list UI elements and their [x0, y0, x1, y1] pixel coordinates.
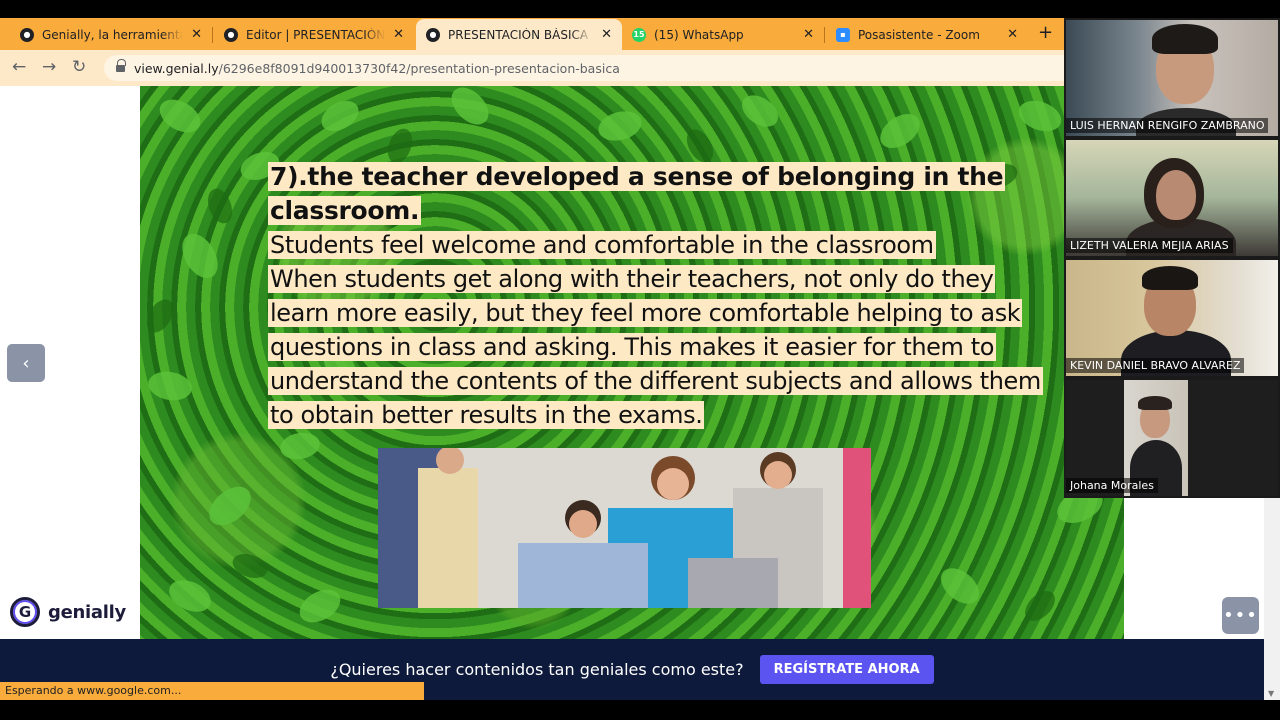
close-icon[interactable]: ✕ — [601, 27, 612, 42]
screen: ● Genially, la herramienta para crear co… — [0, 0, 1280, 720]
participant-hair — [1142, 266, 1198, 290]
participant-name: KEVIN DANIEL BRAVO ALVAREZ — [1066, 358, 1245, 373]
slide-body-paragraph: When students get along with their teach… — [268, 265, 1043, 429]
participant-name: LUIS HERNAN RENGIFO ZAMBRANO — [1066, 118, 1269, 133]
tab-separator — [824, 27, 825, 43]
tab-title: Posasistente - Zoom — [858, 27, 980, 42]
register-button[interactable]: REGÍSTRATE AHORA — [759, 655, 934, 684]
close-icon[interactable]: ✕ — [393, 27, 404, 42]
back-arrow-icon[interactable]: ← — [12, 57, 26, 77]
chrome-icon: ● — [20, 27, 34, 42]
scroll-down-icon[interactable]: ▼ — [1268, 689, 1274, 698]
close-icon[interactable]: ✕ — [803, 27, 814, 42]
participant-name: LIZETH VALERIA MEJIA ARIAS — [1066, 238, 1233, 253]
students-illustration — [378, 448, 871, 608]
participant-name: Johana Morales — [1066, 478, 1158, 493]
slide-heading-text: 7).the teacher developed a sense of belo… — [268, 162, 1006, 225]
zoom-icon: ▪ — [836, 27, 850, 42]
more-options-button[interactable]: ••• — [1222, 597, 1259, 634]
address-bar[interactable]: view.genial.ly/6296e8f8091d940013730f42/… — [104, 55, 1064, 81]
previous-slide-button[interactable]: ‹ — [7, 344, 45, 382]
lock-icon — [116, 59, 126, 73]
close-icon[interactable]: ✕ — [191, 27, 202, 42]
tab-editor[interactable]: ● Editor | PRESENTACIÓN BÁSICA ✕ — [214, 19, 414, 50]
slide-text: 7).the teacher developed a sense of belo… — [268, 160, 1058, 432]
browser-toolbar: ← → ↻ view.genial.ly/6296e8f8091d9400137… — [0, 50, 1064, 86]
participant-video[interactable]: KEVIN DANIEL BRAVO ALVAREZ — [1066, 260, 1278, 376]
tab-title: Genially, la herramienta para crear cont… — [42, 27, 184, 42]
tab-whatsapp[interactable]: 15 (15) WhatsApp ✕ — [622, 19, 824, 50]
slide-heading: 7).the teacher developed a sense of belo… — [268, 160, 1058, 228]
participant-video[interactable]: LUIS HERNAN RENGIFO ZAMBRANO — [1066, 20, 1278, 136]
forward-arrow-icon[interactable]: → — [42, 57, 56, 77]
chrome-icon: ● — [426, 27, 440, 42]
banner-message: ¿Quieres hacer contenidos tan geniales c… — [330, 660, 744, 679]
url-host: view.genial.ly — [134, 60, 219, 76]
genially-logo[interactable]: G genially — [10, 597, 126, 627]
url-text: view.genial.ly/6296e8f8091d940013730f42/… — [134, 61, 620, 76]
close-icon[interactable]: ✕ — [1007, 27, 1018, 42]
zoom-participants-panel: LUIS HERNAN RENGIFO ZAMBRANO LIZETH VALE… — [1064, 18, 1280, 498]
new-tab-button[interactable]: + — [1038, 22, 1053, 43]
presentation-slide: 7).the teacher developed a sense of belo… — [140, 86, 1124, 639]
slide-body-line: Students feel welcome and comfortable in… — [268, 231, 936, 259]
students-photo — [378, 448, 871, 608]
participant-face — [1156, 170, 1196, 220]
status-bar: Esperando a www.google.com... — [0, 682, 424, 700]
participant-video[interactable]: LIZETH VALERIA MEJIA ARIAS — [1066, 140, 1278, 256]
chrome-icon: ● — [224, 27, 238, 42]
whatsapp-icon: 15 — [632, 27, 646, 42]
tab-genially-home[interactable]: ● Genially, la herramienta para crear co… — [10, 19, 212, 50]
tab-separator — [212, 27, 213, 43]
genially-wordmark: genially — [48, 601, 126, 623]
slide-body: Students feel welcome and comfortable in… — [268, 228, 1058, 432]
tab-title: Editor | PRESENTACIÓN BÁSICA — [246, 27, 386, 42]
reload-icon[interactable]: ↻ — [72, 57, 86, 77]
participant-video[interactable]: Johana Morales — [1066, 380, 1278, 496]
participant-hair — [1152, 24, 1218, 54]
tab-presentation[interactable]: ● PRESENTACIÓN BÁSICA por Genially ✕ — [416, 19, 622, 50]
tab-zoom[interactable]: ▪ Posasistente - Zoom ✕ — [826, 19, 1028, 50]
tab-title: (15) WhatsApp — [654, 27, 744, 42]
url-path: /6296e8f8091d940013730f42/presentation-p… — [218, 60, 620, 76]
tab-title: PRESENTACIÓN BÁSICA por Genially — [448, 27, 593, 42]
tab-strip: ● Genially, la herramienta para crear co… — [0, 18, 1064, 50]
genially-logo-icon: G — [10, 597, 40, 627]
participant-hair — [1138, 396, 1172, 410]
